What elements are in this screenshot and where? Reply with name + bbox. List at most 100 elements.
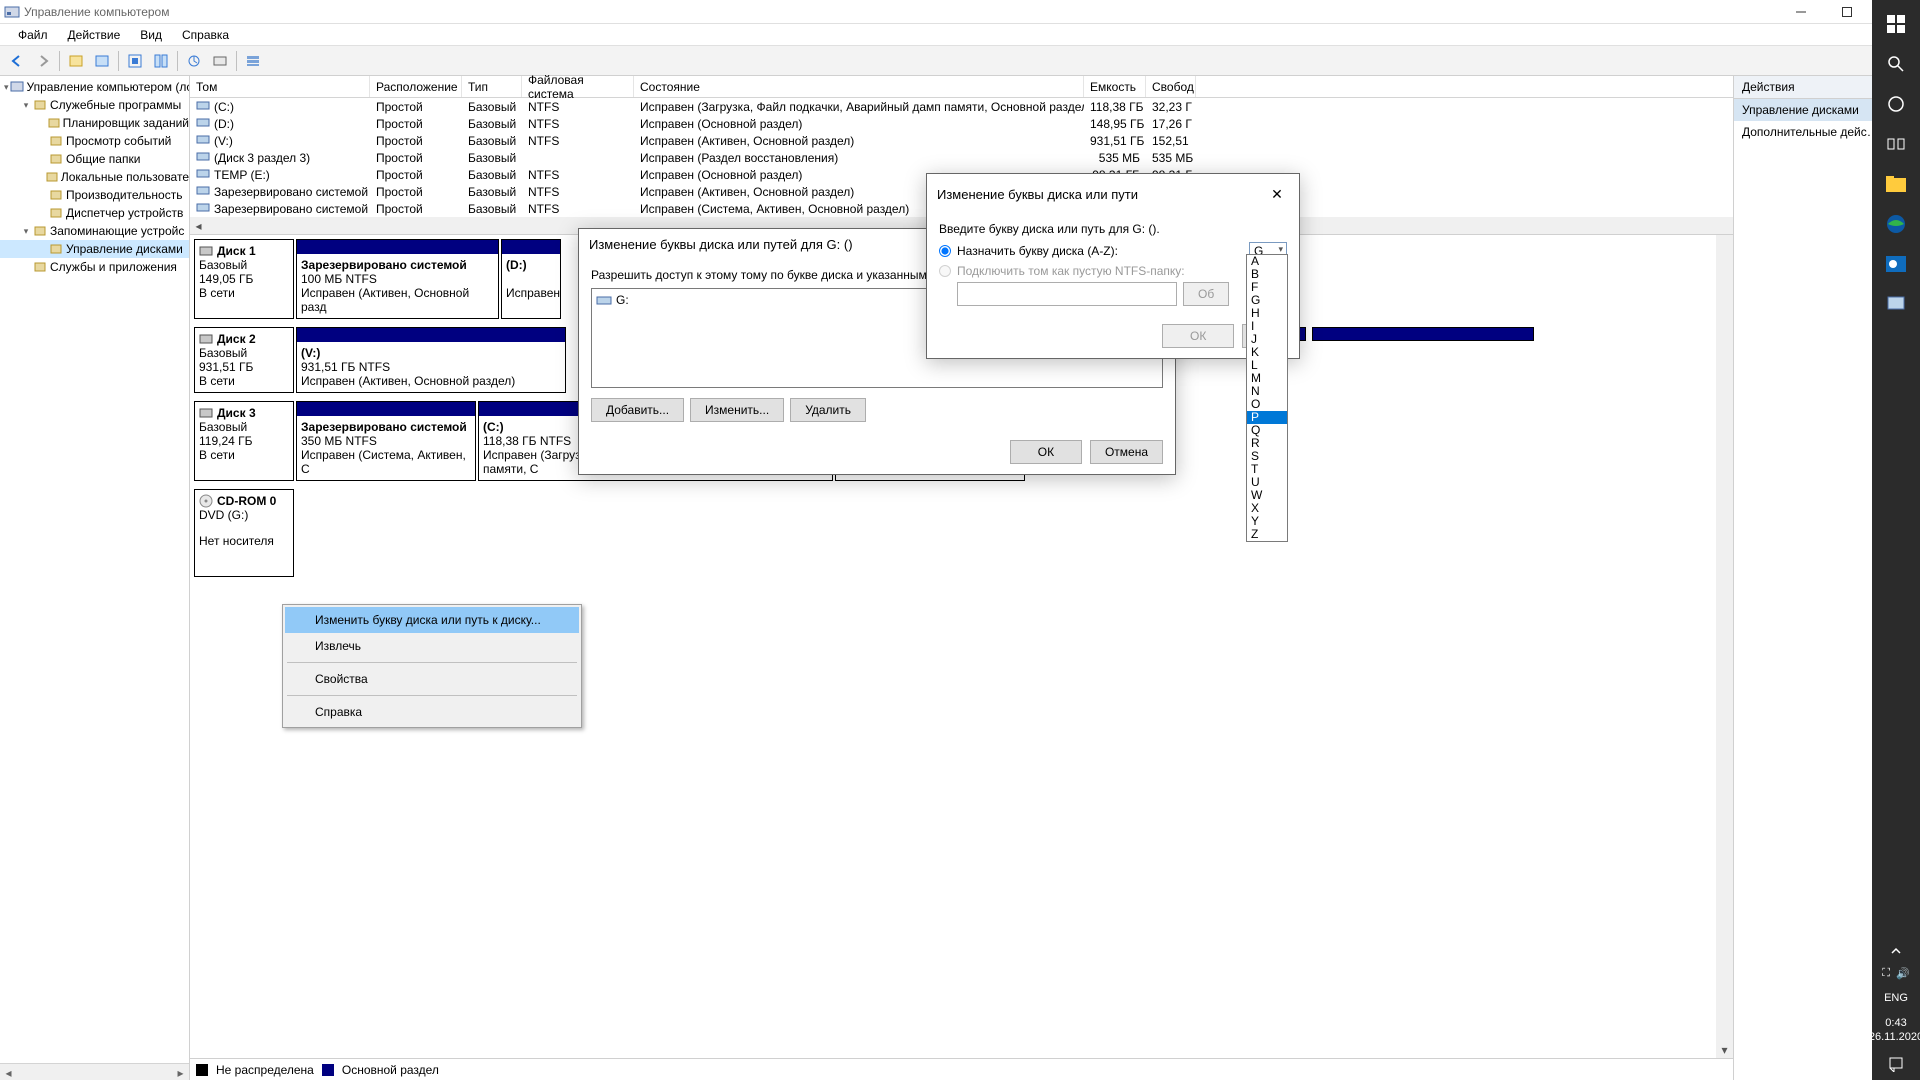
dlg1-ok-button[interactable]: ОК [1010, 440, 1082, 464]
partition[interactable]: Зарезервировано системой100 МБ NTFSИспра… [296, 239, 499, 319]
tree-item[interactable]: Просмотр событий [0, 132, 189, 150]
toolbar-separator [177, 51, 178, 71]
context-menu-item[interactable]: Свойства [285, 666, 579, 692]
diskmap-vscrollbar[interactable]: ▾ [1716, 235, 1733, 1058]
language-indicator[interactable]: ENG [1884, 984, 1908, 1012]
partition-bar[interactable] [1312, 327, 1534, 341]
radio-mount-folder [939, 265, 951, 277]
disk-info[interactable]: Диск 3Базовый119,24 ГБВ сети [194, 401, 294, 481]
context-menu: Изменить букву диска или путь к диску...… [282, 604, 582, 728]
legend-unalloc-swatch [196, 1064, 208, 1076]
back-button[interactable] [5, 49, 29, 73]
menu-file[interactable]: Файл [8, 28, 58, 42]
toolbar-btn-2[interactable] [90, 49, 114, 73]
maximize-button[interactable] [1824, 0, 1870, 24]
toolbar-separator [59, 51, 60, 71]
tree-item[interactable]: Планировщик заданий [0, 114, 189, 132]
taskview-button[interactable] [1872, 124, 1920, 164]
volume-icon[interactable]: 🔊 [1896, 967, 1910, 980]
window-title: Управление компьютером [24, 5, 1778, 19]
volume-table-header[interactable]: Том Расположение Тип Файловая система Со… [190, 76, 1733, 98]
toolbar-separator [236, 51, 237, 71]
col-type[interactable]: Тип [462, 76, 522, 97]
edge-icon[interactable] [1872, 204, 1920, 244]
dlg1-title: Изменение буквы диска или путей для G: (… [589, 237, 853, 252]
table-row[interactable]: (C:)ПростойБазовыйNTFSИсправен (Загрузка… [190, 98, 1733, 115]
context-menu-item[interactable]: Извлечь [285, 633, 579, 659]
menu-separator [287, 695, 577, 696]
dlg1-add-button[interactable]: Добавить... [591, 398, 684, 422]
dlg2-ok-button[interactable]: ОК [1162, 324, 1234, 348]
dlg2-close-button[interactable]: ✕ [1265, 182, 1289, 206]
dlg1-change-button[interactable]: Изменить... [690, 398, 784, 422]
dlg2-radio-assign[interactable]: Назначить букву диска (A-Z): G [939, 242, 1287, 260]
menu-separator [287, 662, 577, 663]
start-button[interactable] [1872, 4, 1920, 44]
tree-root[interactable]: ▾Управление компьютером (лс [0, 78, 189, 96]
toolbar-btn-5[interactable] [182, 49, 206, 73]
tree-item[interactable]: Общие папки [0, 150, 189, 168]
menu-help[interactable]: Справка [172, 28, 239, 42]
toolbar-btn-4[interactable] [149, 49, 173, 73]
tree-item[interactable]: ▾Запоминающие устройс [0, 222, 189, 240]
toolbar-btn-3[interactable] [123, 49, 147, 73]
dropdown-option[interactable]: Z [1247, 528, 1287, 541]
table-row[interactable]: (Диск 3 раздел 3)ПростойБазовыйИсправен … [190, 149, 1733, 166]
cortana-button[interactable] [1872, 84, 1920, 124]
col-capacity[interactable]: Емкость [1084, 76, 1146, 97]
drive-icon [596, 294, 612, 306]
running-app-icon[interactable] [1872, 284, 1920, 324]
tree-item[interactable]: ▾Служебные программы [0, 96, 189, 114]
search-button[interactable] [1872, 44, 1920, 84]
menu-view[interactable]: Вид [130, 28, 172, 42]
toolbar-separator [118, 51, 119, 71]
toolbar-btn-1[interactable] [64, 49, 88, 73]
toolbar [0, 46, 1920, 76]
toolbar-btn-7[interactable] [241, 49, 265, 73]
dlg1-cancel-button[interactable]: Отмена [1090, 440, 1163, 464]
dlg2-browse-button: Об [1183, 282, 1229, 306]
tree-item[interactable]: Управление дисками [0, 240, 189, 258]
app-icon [4, 4, 20, 20]
tree-item[interactable]: Локальные пользовате [0, 168, 189, 186]
explorer-icon[interactable] [1872, 164, 1920, 204]
partition[interactable]: (D:)Исправен [501, 239, 561, 319]
toolbar-btn-6[interactable] [208, 49, 232, 73]
letter-dropdown[interactable]: ABFGHIJKLMNOPQRSTUWXYZ [1246, 254, 1288, 542]
menu-action[interactable]: Действие [58, 28, 131, 42]
disk-info[interactable]: CD-ROM 0DVD (G:)Нет носителя [194, 489, 294, 577]
disk-info[interactable]: Диск 2Базовый931,51 ГБВ сети [194, 327, 294, 393]
disk-info[interactable]: Диск 1Базовый149,05 ГБВ сети [194, 239, 294, 319]
table-row[interactable]: (D:)ПростойБазовыйNTFSИсправен (Основной… [190, 115, 1733, 132]
minimize-button[interactable] [1778, 0, 1824, 24]
dlg1-delete-button[interactable]: Удалить [790, 398, 866, 422]
col-volume[interactable]: Том [190, 76, 370, 97]
tray-icons[interactable]: ⛶ 🔊 [1882, 963, 1909, 984]
notifications-button[interactable] [1872, 1048, 1920, 1080]
tree-item[interactable]: Службы и приложения [0, 258, 189, 276]
outlook-icon[interactable] [1872, 244, 1920, 284]
col-status[interactable]: Состояние [634, 76, 1084, 97]
dlg1-drive-entry[interactable]: G: [616, 293, 629, 307]
col-fs[interactable]: Файловая система [522, 76, 634, 97]
partition[interactable]: (V:)931,51 ГБ NTFSИсправен (Активен, Осн… [296, 327, 566, 393]
radio-assign-letter[interactable] [939, 245, 951, 257]
tree-item[interactable]: Диспетчер устройств [0, 204, 189, 222]
col-free[interactable]: Свобод [1146, 76, 1196, 97]
tree-item[interactable]: Производительность [0, 186, 189, 204]
legend-unalloc-label: Не распределена [216, 1063, 314, 1077]
partition[interactable]: Зарезервировано системой350 МБ NTFSИспра… [296, 401, 476, 481]
tray-expand-icon[interactable] [1872, 939, 1920, 963]
clock[interactable]: 0:43 26.11.2020 [1869, 1012, 1920, 1048]
legend: Не распределена Основной раздел [190, 1058, 1733, 1080]
col-layout[interactable]: Расположение [370, 76, 462, 97]
forward-button[interactable] [31, 49, 55, 73]
tree-hscrollbar[interactable]: ◂▸ [0, 1063, 189, 1080]
network-icon[interactable]: ⛶ [1882, 967, 1890, 980]
context-menu-item[interactable]: Изменить букву диска или путь к диску... [285, 607, 579, 633]
disk-row: CD-ROM 0DVD (G:)Нет носителя [194, 489, 1729, 579]
context-menu-item[interactable]: Справка [285, 699, 579, 725]
table-row[interactable]: (V:)ПростойБазовыйNTFSИсправен (Активен,… [190, 132, 1733, 149]
dlg2-radio-mount[interactable]: Подключить том как пустую NTFS-папку: [939, 264, 1287, 278]
dlg2-title: Изменение буквы диска или пути [937, 187, 1138, 202]
